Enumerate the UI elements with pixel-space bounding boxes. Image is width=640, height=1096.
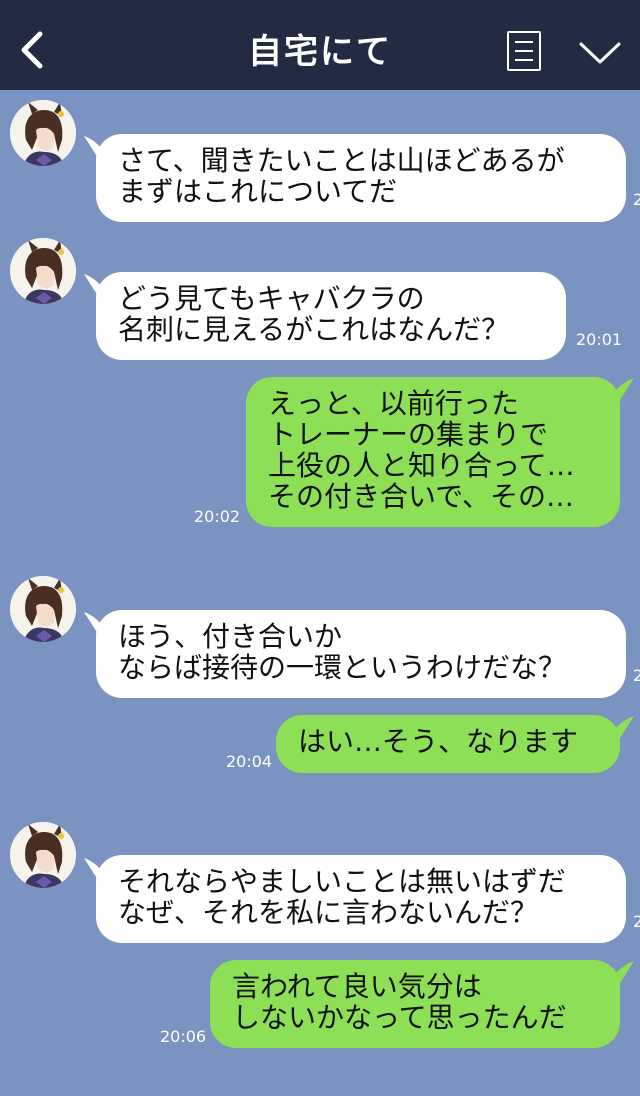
bubble-tail xyxy=(610,378,634,400)
message-bubble-incoming[interactable]: さて、聞きたいことは山ほどあるが まずはこれについてだ xyxy=(96,134,626,222)
message-time: 20:04 xyxy=(226,752,273,771)
avatar[interactable] xyxy=(10,822,76,888)
message-bubble-incoming[interactable]: ほう、付き合いか ならば接待の一環というわけだな？ xyxy=(96,610,626,698)
chat-header: 自宅にて xyxy=(0,0,640,90)
avatar[interactable] xyxy=(10,576,76,642)
message-bubble-incoming[interactable]: どう見てもキャバクラの 名刺に見えるがこれはなんだ？ xyxy=(96,272,566,360)
avatar[interactable] xyxy=(10,238,76,304)
avatar[interactable] xyxy=(10,100,76,166)
timestamp-fragment: 2 xyxy=(633,190,640,209)
bubble-tail xyxy=(610,961,634,983)
message-bubble-outgoing[interactable]: 言われて良い気分は しないかなって思ったんだ xyxy=(210,960,620,1048)
timestamp-fragment: 2 xyxy=(633,912,640,931)
message-bubble-outgoing[interactable]: えっと、以前行った トレーナーの集まりで 上役の人と知り合って… その付き合いで… xyxy=(246,377,620,527)
timestamp-fragment: 2 xyxy=(633,666,640,685)
message-bubble-incoming[interactable]: それならやましいことは無いはずだ なぜ、それを私に言わないんだ？ xyxy=(96,855,626,943)
message-bubble-outgoing[interactable]: はい…そう、なります xyxy=(276,715,620,773)
chat-title: 自宅にて xyxy=(248,32,392,72)
message-time: 20:01 xyxy=(576,330,623,349)
menu-list-icon[interactable] xyxy=(507,31,541,71)
bubble-tail xyxy=(610,716,634,738)
chevron-down-icon[interactable] xyxy=(578,40,622,66)
message-time: 20:02 xyxy=(194,507,241,526)
message-time: 20:06 xyxy=(160,1027,207,1046)
